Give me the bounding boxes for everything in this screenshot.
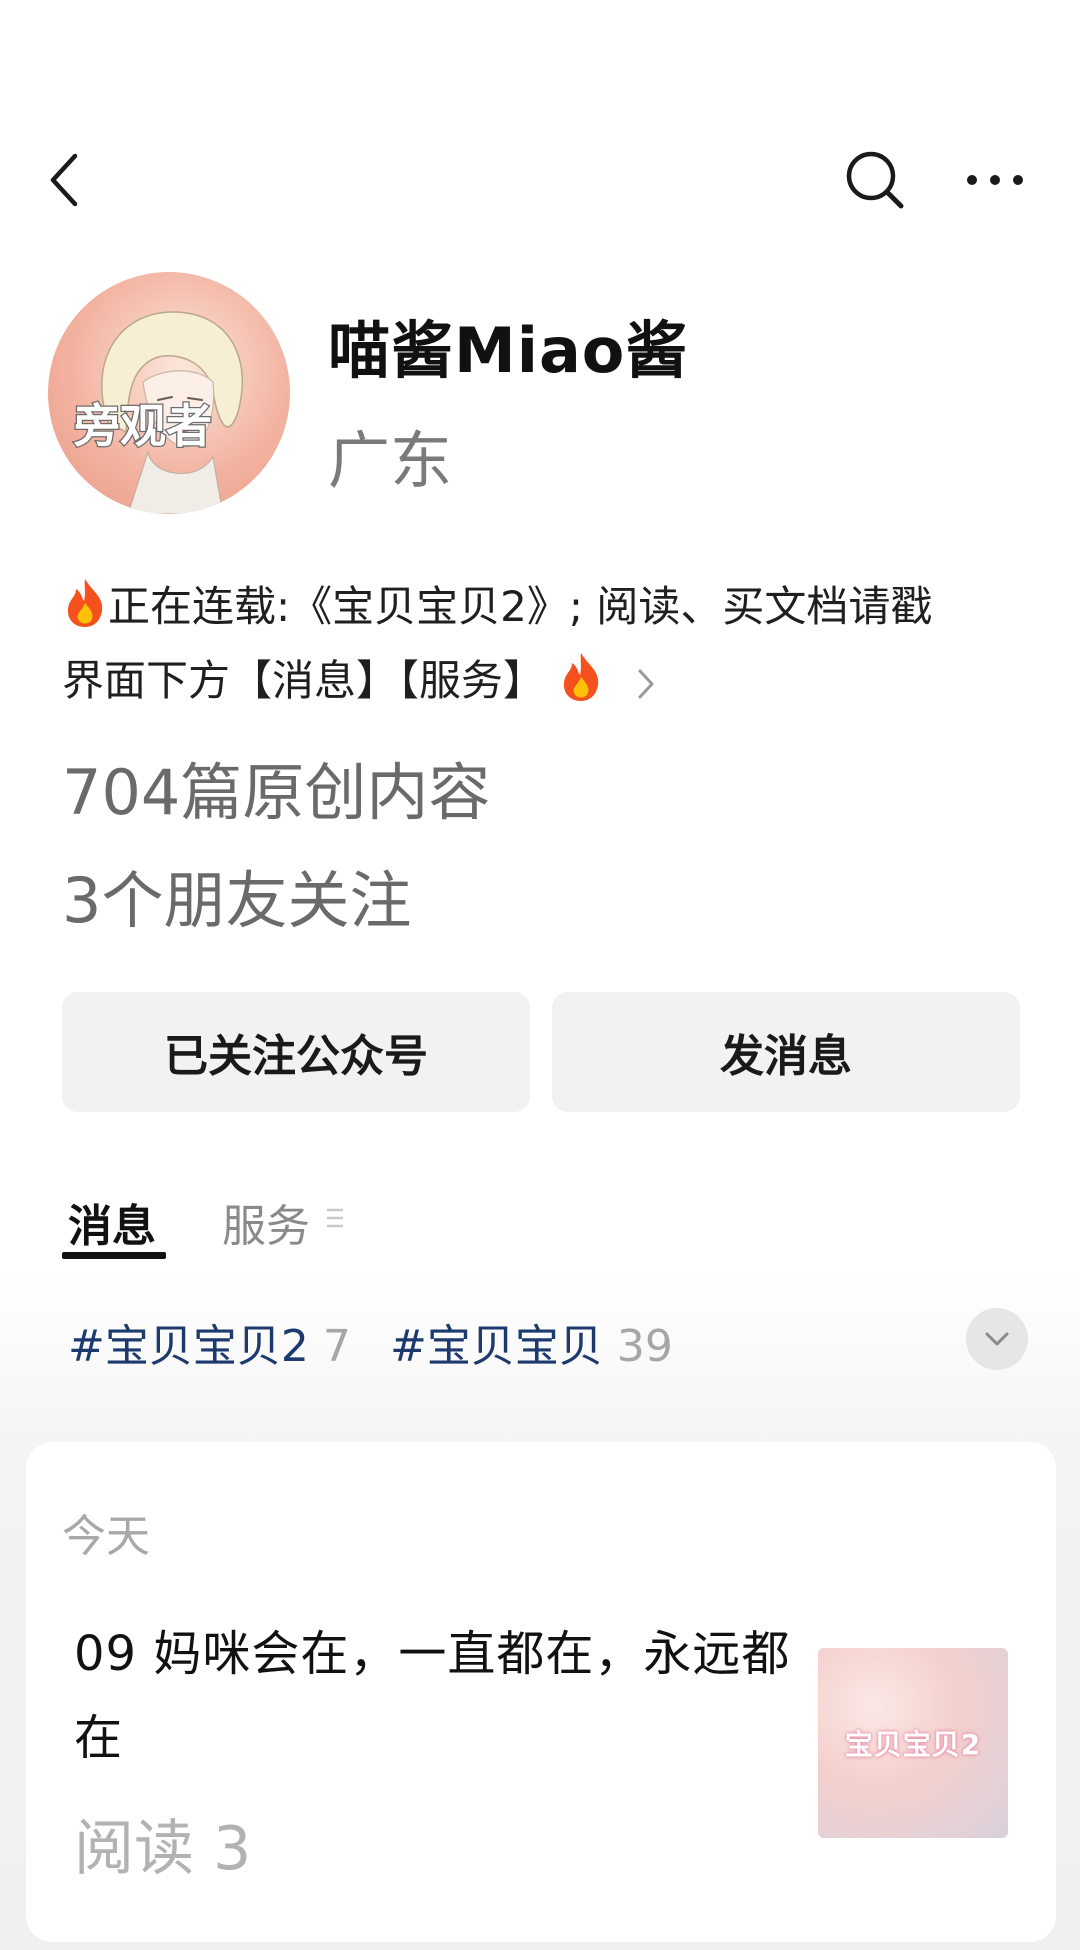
more-button[interactable]	[950, 130, 1040, 230]
chevron-right-icon	[638, 669, 654, 699]
expand-tags-button[interactable]	[966, 1308, 1028, 1370]
bio-line-1: 正在连载:《宝贝宝贝2》; 阅读、买文档请戳	[108, 582, 933, 631]
topic-tag[interactable]: #宝贝宝贝2 7	[68, 1310, 351, 1374]
thumbnail-text: 宝贝宝贝2	[844, 1728, 982, 1761]
search-icon	[846, 151, 904, 209]
following-button[interactable]: 已关注公众号	[62, 992, 530, 1112]
fire-icon	[564, 653, 599, 701]
menu-lines-icon	[327, 1208, 343, 1228]
article-read-count: 阅读 3	[74, 1814, 252, 1884]
topic-tag[interactable]: #宝贝宝贝 39	[390, 1310, 673, 1374]
more-icon	[967, 175, 1023, 185]
account-name: 喵酱Miao酱	[328, 314, 689, 387]
send-message-button[interactable]: 发消息	[552, 992, 1020, 1112]
article-title[interactable]: 09 妈咪会在，一直都在，永远都在	[74, 1612, 794, 1780]
search-button[interactable]	[830, 130, 920, 230]
avatar-text: 旁观者	[73, 400, 212, 452]
article-thumbnail[interactable]: 宝贝宝贝2	[818, 1648, 1008, 1838]
bio-line-2: 界面下方【消息】【服务】	[62, 656, 546, 705]
active-tab-indicator	[62, 1252, 166, 1259]
back-arrow-icon	[50, 153, 78, 207]
topic-tag-count: 7	[322, 1321, 351, 1372]
top-bar	[0, 130, 1080, 230]
topic-tag-label: #宝贝宝贝2	[68, 1321, 309, 1372]
topic-tag-label: #宝贝宝贝	[390, 1321, 603, 1372]
back-button[interactable]	[20, 130, 110, 230]
date-header: 今天	[62, 1511, 150, 1562]
account-region: 广东	[328, 424, 453, 497]
tab-services[interactable]: 服务	[222, 1190, 310, 1254]
avatar-illustration: 旁观者	[72, 311, 243, 514]
tab-messages[interactable]: 消息	[68, 1190, 156, 1254]
friends-following-count[interactable]: 3个朋友关注	[62, 850, 411, 940]
topic-tag-count: 39	[616, 1321, 673, 1372]
chevron-down-icon	[985, 1332, 1009, 1346]
avatar[interactable]: 旁观者	[48, 272, 290, 514]
account-bio[interactable]: 正在连载:《宝贝宝贝2》; 阅读、买文档请戳 界面下方【消息】【服务】	[62, 570, 1032, 718]
fire-icon	[67, 579, 103, 627]
original-posts-count[interactable]: 704篇原创内容	[62, 742, 490, 832]
